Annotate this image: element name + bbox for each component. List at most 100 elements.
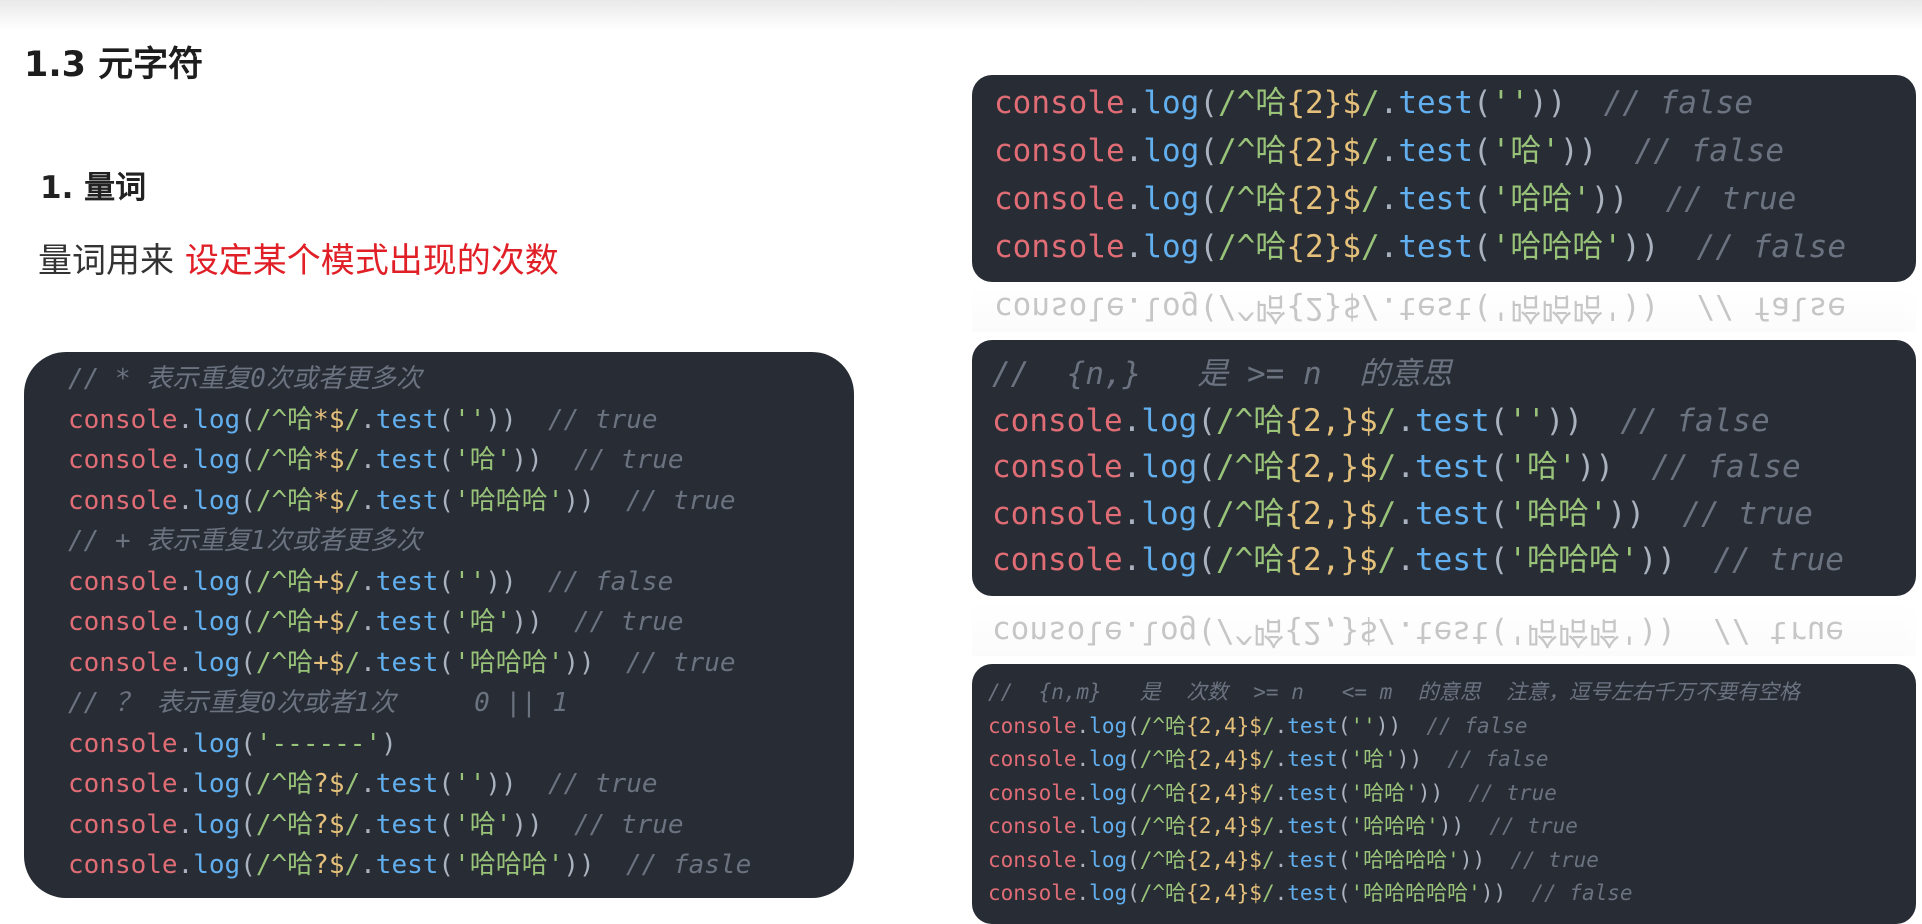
code-comment: // true: [626, 647, 736, 678]
code-console-keyword: console: [68, 445, 178, 475]
code-regex: /^哈+$/: [255, 566, 361, 597]
code-string: '哈': [454, 809, 512, 840]
code-log-function: log: [1141, 614, 1198, 650]
code-console-keyword: console: [994, 85, 1125, 121]
code-comment: // false: [1620, 402, 1770, 439]
code-log-function: log: [193, 728, 241, 759]
code-line: console.log(/^哈{2}$/.test('哈哈哈')) // fal…: [994, 290, 1846, 326]
code-line: console.log(/^哈{2,4}$/.test('哈哈哈')) // t…: [988, 814, 1578, 838]
code-log-function: log: [193, 647, 241, 678]
code-test-function: test: [375, 647, 439, 678]
code-string: '哈哈哈哈': [1350, 847, 1460, 872]
code-regex: /^哈{2}$/: [1218, 133, 1380, 169]
code-string: '哈哈哈': [454, 647, 564, 678]
code-line: console.log('------'): [68, 728, 397, 759]
code-line: // * 表示重复0次或者更多次: [68, 359, 854, 400]
code-string: '哈哈': [1491, 181, 1591, 217]
code-console-keyword: console: [988, 814, 1077, 838]
code-string: '哈': [1350, 747, 1397, 771]
code-string: '哈哈哈': [454, 850, 564, 880]
code-string: '哈': [454, 445, 512, 475]
code-regex: /^哈{2,4}$/: [1139, 847, 1275, 872]
code-log-function: log: [1089, 814, 1128, 838]
code-comment: // false: [1447, 747, 1549, 771]
code-console-keyword: console: [994, 229, 1125, 265]
code-regex: /^哈+$/: [255, 647, 361, 678]
code-string: '': [454, 769, 486, 799]
code-regex: /^哈{2,}$/: [1216, 614, 1397, 650]
code-comment: // {n,} 是 >= n 的意思: [992, 356, 1452, 392]
code-line: console.log(/^哈{2}$/.test('哈哈哈')) // fal…: [994, 229, 1846, 265]
code-line: // ？ 表示重复0次或者1次 0 || 1: [68, 683, 854, 724]
code-test-function: test: [1415, 402, 1490, 439]
code-console-keyword: console: [992, 402, 1123, 439]
code-line: console.log(/^哈{2,}$/.test('哈')) // fals…: [992, 449, 1801, 485]
code-log-function: log: [1089, 881, 1128, 905]
code-regex: /^哈{2}$/: [1218, 229, 1380, 265]
code-regex: /^哈{2,4}$/: [1139, 881, 1275, 905]
code-string: '------': [255, 728, 382, 759]
code-log-function: log: [1141, 449, 1198, 485]
code-log-function: log: [1089, 713, 1128, 738]
code-line: // {n,m} 是 次数 >= n <= m 的意思 注意，逗号左右千万不要有…: [988, 676, 1916, 710]
code-comment: // ？ 表示重复0次或者1次 0 || 1: [68, 688, 569, 718]
code-test-function: test: [1398, 85, 1473, 121]
code-comment: // true: [1468, 780, 1557, 805]
code-line: console.log(/^哈{2,4}$/.test('')) // fals…: [988, 713, 1528, 738]
code-console-keyword: console: [68, 566, 178, 597]
code-test-function: test: [375, 566, 439, 597]
code-test-function: test: [1415, 542, 1490, 578]
code-regex: /^哈{2,4}$/: [1139, 713, 1275, 738]
code-console-keyword: console: [988, 780, 1077, 805]
code-comment: // true: [1713, 614, 1844, 650]
code-line: console.log(/^哈+$/.test('哈')) // true: [68, 607, 684, 637]
code-string: '哈': [454, 607, 512, 637]
code-console-keyword: console: [68, 404, 178, 435]
code-comment: // true: [548, 769, 658, 799]
code-log-function: log: [1143, 85, 1200, 121]
code-test-function: test: [375, 485, 439, 516]
code-test-function: test: [1287, 780, 1338, 805]
code-log-function: log: [1143, 133, 1200, 169]
code-block-range-count: // {n,m} 是 次数 >= n <= m 的意思 注意，逗号左右千万不要有…: [972, 664, 1916, 924]
code-console-keyword: console: [68, 647, 178, 678]
code-regex: /^哈+$/: [255, 607, 361, 637]
code-string: '': [1350, 713, 1376, 738]
code-string: '哈哈哈': [1350, 814, 1439, 838]
code-log-function: log: [1141, 542, 1198, 578]
top-shadow: [0, 0, 1922, 30]
code-log-function: log: [1089, 747, 1128, 771]
code-log-function: log: [1143, 290, 1200, 326]
code-console-keyword: console: [994, 181, 1125, 217]
code-log-function: log: [1141, 495, 1198, 532]
code-string: '哈': [1491, 133, 1560, 169]
description-highlight: 设定某个模式出现的次数: [184, 241, 559, 281]
page-title: 1.3 元字符: [24, 45, 204, 85]
code-log-function: log: [193, 445, 241, 475]
code-console-keyword: console: [992, 542, 1123, 578]
code-regex: /^哈?$/: [255, 809, 361, 840]
code-line: console.log(/^哈{2,}$/.test('')) // false: [992, 402, 1770, 439]
code-line: // + 表示重复1次或者更多次: [68, 521, 854, 562]
code-comment: // true: [574, 607, 684, 637]
code-log-function: log: [1143, 181, 1200, 217]
code-comment: // * 表示重复0次或者更多次: [68, 364, 422, 394]
code-console-keyword: console: [992, 495, 1123, 532]
code-line: console.log(/^哈{2}$/.test('哈哈')) // true: [994, 181, 1797, 217]
code-line: console.log(/^哈?$/.test('哈哈哈')) // fasle: [68, 850, 752, 880]
code-console-keyword: console: [68, 769, 178, 799]
code-comment: // false: [1603, 85, 1753, 121]
code-regex: /^哈{2,4}$/: [1139, 780, 1275, 805]
code-regex: /^哈{2}$/: [1218, 181, 1380, 217]
code-test-function: test: [1398, 290, 1473, 326]
code-line: console.log(/^哈{2,}$/.test('哈哈哈')) // tr…: [992, 542, 1844, 578]
code-block-basic-quantifiers: // * 表示重复0次或者更多次 console.log(/^哈*$/.test(…: [24, 352, 854, 898]
code-test-function: test: [1398, 133, 1473, 169]
code-line: console.log(/^哈+$/.test('哈哈哈')) // true: [68, 647, 736, 678]
code-line: console.log(/^哈*$/.test('')) // true: [68, 404, 658, 435]
code-log-function: log: [193, 809, 241, 840]
code-line: console.log(/^哈{2,4}$/.test('哈')) // fal…: [988, 747, 1549, 771]
code-log-function: log: [193, 485, 241, 516]
code-comment: // true: [626, 485, 736, 516]
code-console-keyword: console: [68, 850, 178, 880]
